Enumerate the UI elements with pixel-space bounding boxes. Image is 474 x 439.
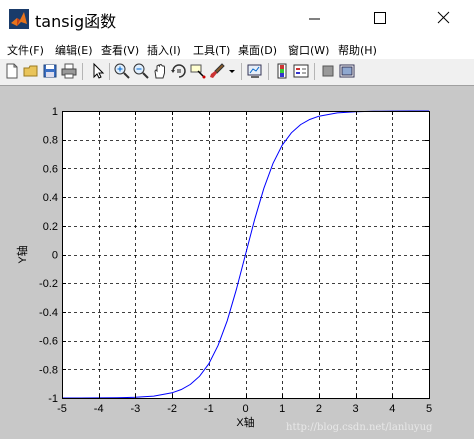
x-tick-label: -3 — [131, 403, 141, 415]
x-tick-label: 4 — [389, 403, 395, 415]
brush-icon[interactable] — [208, 62, 226, 80]
x-tick-label: 2 — [316, 403, 322, 415]
y-tick-label: -0.6 — [39, 336, 58, 348]
new-figure-icon[interactable] — [3, 62, 21, 80]
maximize-button[interactable] — [357, 0, 402, 38]
x-tick-label: -1 — [204, 403, 214, 415]
x-tick-label: 0 — [242, 403, 248, 415]
x-tick-label: -4 — [94, 403, 104, 415]
tansig-plot[interactable]: -5 -4 -3 -2 -1 0 1 2 3 4 5 -1 -0.8 -0.6 -0.4 -0.2 0 0.2 0.… — [0, 86, 474, 439]
window-title: tansig函数 — [35, 12, 117, 31]
title-bar: tansig函数 — [0, 0, 474, 38]
y-tick-label: 0.8 — [43, 135, 58, 147]
y-tick-label: 0.4 — [43, 192, 58, 204]
toolbar-separator — [241, 63, 242, 80]
y-tick-label: -0.4 — [39, 307, 58, 319]
menu-insert[interactable]: 插入(I) — [147, 42, 181, 58]
watermark-text: http://blog.csdn.net/lanluyug — [286, 422, 433, 433]
pan-icon[interactable] — [151, 62, 169, 80]
y-tick-label: 1 — [52, 106, 58, 118]
menu-desktop[interactable]: 桌面(D) — [238, 42, 277, 58]
legend-icon[interactable] — [292, 62, 310, 80]
close-button[interactable] — [421, 0, 466, 38]
rotate-3d-icon[interactable] — [170, 62, 188, 80]
data-cursor-icon[interactable] — [189, 62, 207, 80]
colorbar-icon[interactable] — [273, 62, 291, 80]
brush-dropdown-icon[interactable] — [227, 62, 237, 80]
minimize-button[interactable] — [292, 0, 337, 38]
y-tick-label: -0.2 — [39, 278, 58, 290]
zoom-in-icon[interactable] — [113, 62, 131, 80]
menu-window[interactable]: 窗口(W) — [288, 42, 329, 58]
y-tick-label: 0.6 — [43, 163, 58, 175]
toolbar-separator — [109, 63, 110, 80]
menu-file[interactable]: 文件(F) — [7, 42, 44, 58]
x-tick-label: 1 — [279, 403, 285, 415]
x-tick-label: 5 — [426, 403, 432, 415]
y-tick-label: 0 — [52, 250, 58, 262]
x-axis-label: X轴 — [236, 415, 254, 429]
menu-bar: 文件(F) 编辑(E) 查看(V) 插入(I) 工具(T) 桌面(D) 窗口(W… — [0, 38, 474, 59]
toolbar-separator — [82, 63, 83, 80]
print-icon[interactable] — [60, 62, 78, 80]
pointer-icon[interactable] — [88, 62, 106, 80]
y-tick-label: -0.8 — [39, 364, 58, 376]
hide-plot-tools-icon[interactable] — [319, 62, 337, 80]
figure-area: -5 -4 -3 -2 -1 0 1 2 3 4 5 -1 -0.8 -0.6 -0.4 -0.2 0 0.2 0.… — [0, 86, 474, 439]
x-tick-label: 3 — [353, 403, 359, 415]
open-file-icon[interactable] — [22, 62, 40, 80]
menu-tools[interactable]: 工具(T) — [193, 42, 230, 58]
x-tick-label: -5 — [57, 403, 67, 415]
zoom-out-icon[interactable] — [132, 62, 150, 80]
x-tick-label: -2 — [167, 403, 177, 415]
menu-view[interactable]: 查看(V) — [101, 42, 139, 58]
toolbar-separator — [314, 63, 315, 80]
menu-help[interactable]: 帮助(H) — [338, 42, 377, 58]
matlab-logo-icon — [9, 9, 29, 29]
figure-toolbar — [0, 59, 474, 86]
save-icon[interactable] — [41, 62, 59, 80]
y-axis-label: Y轴 — [15, 245, 29, 263]
menu-edit[interactable]: 编辑(E) — [55, 42, 93, 58]
y-tick-label: 0.2 — [43, 221, 58, 233]
y-tick-label: -1 — [48, 393, 58, 405]
toolbar-separator — [268, 63, 269, 80]
show-plot-tools-icon[interactable] — [338, 62, 356, 80]
link-plot-icon[interactable] — [246, 62, 264, 80]
